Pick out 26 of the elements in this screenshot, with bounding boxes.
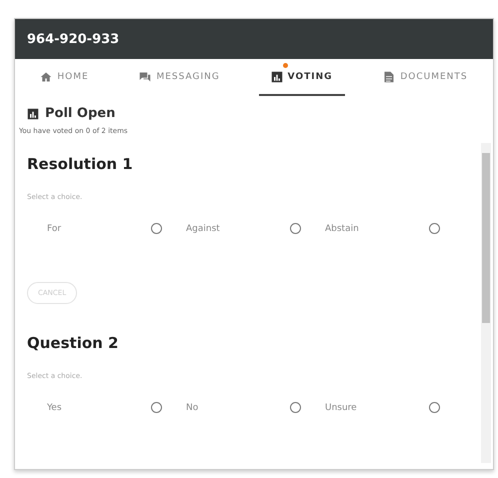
meeting-id: 964-920-933 bbox=[27, 32, 120, 46]
radio-button[interactable] bbox=[151, 223, 162, 234]
radio-button[interactable] bbox=[151, 402, 162, 413]
radio-button[interactable] bbox=[290, 223, 301, 234]
nav-tab[interactable]: DOCUMENTS bbox=[371, 59, 480, 96]
poll-status: Poll Open bbox=[45, 106, 116, 121]
choice-label: For bbox=[47, 224, 62, 234]
document-icon bbox=[383, 70, 396, 82]
nav-tab[interactable]: HOME bbox=[28, 59, 101, 96]
nav-tab[interactable]: MESSAGING bbox=[127, 59, 232, 96]
choice-label: No bbox=[186, 402, 198, 412]
radio-button[interactable] bbox=[429, 223, 440, 234]
chat-bubbles-icon bbox=[139, 70, 152, 82]
nav-tab[interactable]: VOTING bbox=[258, 59, 345, 96]
home-icon bbox=[40, 70, 52, 82]
choice-label: Abstain bbox=[325, 224, 359, 234]
choice-label: Unsure bbox=[325, 402, 357, 412]
scrollbar[interactable] bbox=[481, 143, 491, 463]
bar-chart-icon bbox=[270, 70, 283, 82]
radio-button[interactable] bbox=[290, 402, 301, 413]
item-title: Resolution 1 bbox=[27, 155, 134, 173]
radio-button[interactable] bbox=[429, 402, 440, 413]
choice-label: Yes bbox=[47, 402, 62, 412]
bar-chart-icon bbox=[27, 108, 39, 120]
item-title: Question 2 bbox=[27, 334, 120, 352]
choice-label: Against bbox=[186, 224, 220, 234]
